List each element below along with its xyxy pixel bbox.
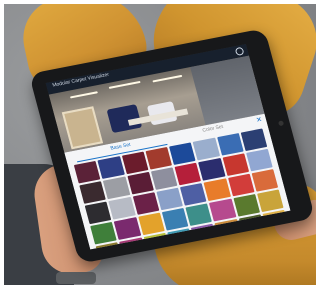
color-swatch[interactable] (233, 194, 260, 217)
color-swatch[interactable] (203, 178, 231, 202)
ceiling-light (108, 80, 141, 89)
color-swatch[interactable] (108, 196, 136, 220)
camera-icon (277, 120, 285, 127)
color-swatch[interactable] (256, 189, 284, 213)
room-shelf (61, 106, 104, 150)
color-swatch[interactable] (145, 146, 173, 170)
color-swatch[interactable] (90, 221, 117, 245)
color-swatch[interactable] (240, 128, 268, 152)
color-swatch[interactable] (161, 207, 189, 231)
color-swatch[interactable] (103, 176, 130, 200)
color-swatch[interactable] (126, 171, 154, 195)
color-swatch[interactable] (192, 137, 220, 161)
tablet-screen: Modular Carpet Visualizer Base Set Color… (45, 44, 291, 250)
color-swatch[interactable] (216, 133, 244, 156)
photo-frame: Modular Carpet Visualizer Base Set Color… (4, 4, 316, 285)
color-swatch[interactable] (113, 217, 141, 240)
color-swatch[interactable] (143, 232, 171, 250)
color-swatch[interactable] (79, 181, 107, 204)
close-icon[interactable]: ✕ (255, 115, 263, 125)
ceiling-light (152, 74, 183, 83)
settings-icon[interactable] (234, 46, 245, 57)
color-swatch[interactable] (97, 156, 125, 179)
color-swatch[interactable] (179, 182, 207, 206)
wristwatch (56, 272, 96, 284)
color-swatch[interactable] (121, 151, 149, 175)
color-swatch[interactable] (137, 212, 165, 236)
color-swatch[interactable] (84, 201, 112, 225)
ceiling-light (69, 91, 98, 99)
color-swatch[interactable] (209, 198, 236, 222)
color-swatch[interactable] (150, 167, 178, 190)
color-swatch[interactable] (185, 203, 213, 226)
color-swatch[interactable] (169, 142, 196, 165)
color-swatch[interactable] (174, 162, 202, 186)
color-swatch[interactable] (227, 173, 255, 197)
color-swatch[interactable] (222, 153, 249, 177)
color-swatch[interactable] (251, 169, 279, 192)
color-swatch[interactable] (73, 160, 101, 184)
color-swatch[interactable] (119, 237, 147, 250)
color-swatch[interactable] (156, 187, 183, 211)
color-swatch[interactable] (132, 192, 160, 215)
color-swatch[interactable] (245, 148, 273, 172)
color-swatch[interactable] (198, 158, 226, 181)
